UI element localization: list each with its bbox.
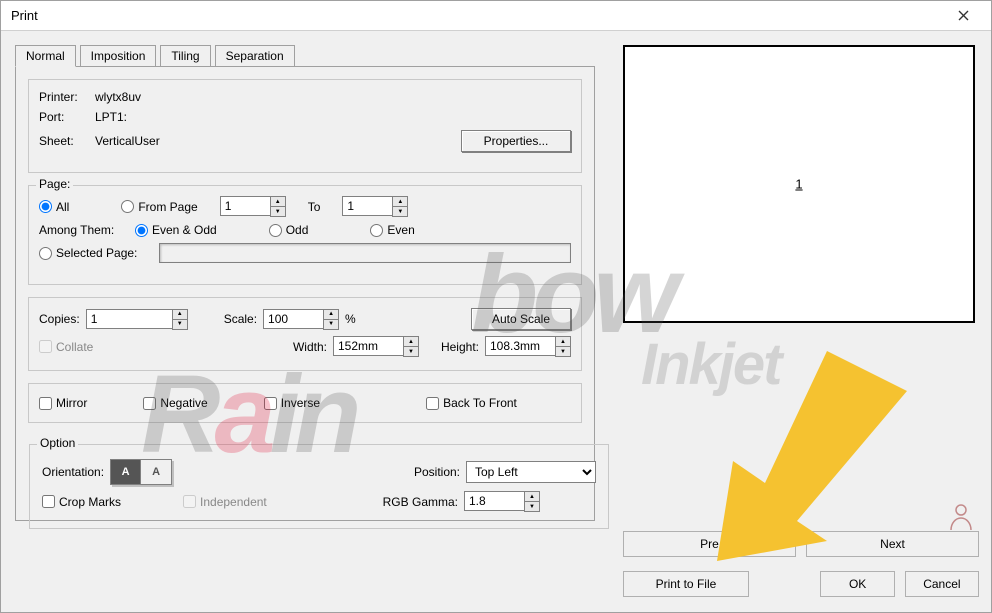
height-input[interactable] — [485, 336, 555, 356]
checkbox-crop-marks[interactable]: Crop Marks — [42, 495, 121, 509]
close-icon — [958, 10, 969, 21]
spin-up-icon[interactable]: ▲ — [403, 336, 419, 346]
checkbox-independent: Independent — [183, 495, 267, 509]
tab-bar: Normal Imposition Tiling Separation — [15, 45, 595, 67]
width-spinner[interactable]: ▲▼ — [333, 336, 419, 357]
spin-up-icon[interactable]: ▲ — [270, 196, 286, 206]
sheet-label: Sheet: — [39, 134, 89, 148]
height-spinner[interactable]: ▲▼ — [485, 336, 571, 357]
rgb-gamma-spinner[interactable]: ▲▼ — [464, 491, 540, 512]
spin-up-icon[interactable]: ▲ — [524, 491, 540, 501]
printer-label: Printer: — [39, 90, 89, 104]
tab-normal[interactable]: Normal — [15, 45, 76, 67]
orientation-landscape-icon[interactable]: A — [141, 460, 171, 484]
position-select[interactable]: Top Left — [466, 461, 596, 483]
spin-down-icon[interactable]: ▼ — [323, 319, 339, 330]
spin-up-icon[interactable]: ▲ — [323, 309, 339, 319]
printer-value: wlytx8uv — [95, 90, 141, 104]
tab-tiling[interactable]: Tiling — [160, 45, 210, 67]
ok-button[interactable]: OK — [820, 571, 894, 597]
printer-group: Printer: wlytx8uv Port: LPT1: Sheet: Ver… — [28, 79, 582, 173]
selected-page-input[interactable] — [159, 243, 571, 263]
checkbox-collate: Collate — [39, 340, 93, 354]
action-row: Print to File OK Cancel — [623, 571, 979, 597]
sheet-value: VerticalUser — [95, 134, 160, 148]
spin-down-icon[interactable]: ▼ — [403, 346, 419, 357]
width-label: Width: — [293, 340, 327, 354]
dialog-body: Normal Imposition Tiling Separation Prin… — [1, 31, 991, 612]
print-to-file-button[interactable]: Print to File — [623, 571, 749, 597]
radio-from-page[interactable]: From Page — [121, 200, 197, 214]
checkbox-mirror[interactable]: Mirror — [39, 396, 87, 410]
page-legend: Page: — [36, 177, 73, 191]
print-dialog: Print Normal Imposition Tiling Separatio… — [0, 0, 992, 613]
to-label: To — [308, 200, 321, 214]
watermark-inkjet: Inkjet — [641, 331, 781, 398]
spin-down-icon[interactable]: ▼ — [270, 206, 286, 217]
port-label: Port: — [39, 110, 89, 124]
radio-even-and-odd[interactable]: Even & Odd — [135, 223, 217, 237]
tab-imposition[interactable]: Imposition — [80, 45, 157, 67]
copies-group: Copies: ▲▼ Scale: ▲▼ % Auto Scale — [28, 297, 582, 371]
preview-page-number: 1 — [795, 177, 802, 192]
titlebar: Print — [1, 1, 991, 31]
user-icon — [949, 503, 973, 531]
window-title: Print — [11, 8, 943, 23]
spin-up-icon[interactable]: ▲ — [392, 196, 408, 206]
spin-down-icon[interactable]: ▼ — [524, 501, 540, 512]
spin-up-icon[interactable]: ▲ — [555, 336, 571, 346]
scale-input[interactable] — [263, 309, 323, 329]
width-input[interactable] — [333, 336, 403, 356]
among-label: Among Them: — [39, 223, 129, 237]
close-button[interactable] — [943, 2, 983, 30]
from-page-spinner[interactable]: ▲▼ — [220, 196, 286, 217]
option-legend: Option — [37, 436, 78, 450]
copies-spinner[interactable]: ▲▼ — [86, 309, 188, 330]
copies-label: Copies: — [39, 312, 80, 326]
checkbox-back-to-front[interactable]: Back To Front — [426, 396, 517, 410]
rgb-gamma-input[interactable] — [464, 491, 524, 511]
next-button[interactable]: Next — [806, 531, 979, 557]
radio-selected-page[interactable]: Selected Page: — [39, 246, 137, 260]
checkbox-negative[interactable]: Negative — [143, 396, 207, 410]
auto-scale-button[interactable]: Auto Scale — [471, 308, 571, 330]
from-page-input[interactable] — [220, 196, 270, 216]
pre-button[interactable]: Pre — [623, 531, 796, 557]
scale-label: Scale: — [224, 312, 257, 326]
highlight-arrow-icon — [687, 351, 907, 561]
flags-group: Mirror Negative Inverse Back To Front — [28, 383, 582, 423]
cancel-button[interactable]: Cancel — [905, 571, 979, 597]
option-group: Option Orientation: A A Position: Top Le… — [29, 444, 609, 529]
percent-label: % — [345, 312, 356, 326]
spin-down-icon[interactable]: ▼ — [392, 206, 408, 217]
spin-down-icon[interactable]: ▼ — [172, 319, 188, 330]
print-preview: 1 — [623, 45, 975, 323]
orientation-toggle[interactable]: A A — [110, 459, 172, 485]
tab-separation[interactable]: Separation — [215, 45, 295, 67]
radio-all[interactable]: All — [39, 200, 69, 214]
to-page-spinner[interactable]: ▲▼ — [342, 196, 408, 217]
spin-up-icon[interactable]: ▲ — [172, 309, 188, 319]
radio-odd[interactable]: Odd — [269, 223, 309, 237]
position-label: Position: — [414, 465, 460, 479]
page-group: Page: All From Page ▲▼ To ▲▼ — [28, 185, 582, 285]
radio-even[interactable]: Even — [370, 223, 414, 237]
rgb-gamma-label: RGB Gamma: — [383, 495, 458, 509]
properties-button[interactable]: Properties... — [461, 130, 571, 152]
scale-spinner[interactable]: ▲▼ — [263, 309, 339, 330]
orientation-label: Orientation: — [42, 465, 104, 479]
to-page-input[interactable] — [342, 196, 392, 216]
spin-down-icon[interactable]: ▼ — [555, 346, 571, 357]
height-label: Height: — [441, 340, 479, 354]
nav-row: Pre Next — [623, 531, 979, 557]
checkbox-inverse[interactable]: Inverse — [264, 396, 320, 410]
copies-input[interactable] — [86, 309, 172, 329]
orientation-portrait-icon[interactable]: A — [111, 460, 141, 484]
port-value: LPT1: — [95, 110, 127, 124]
left-pane: Normal Imposition Tiling Separation Prin… — [15, 45, 595, 521]
